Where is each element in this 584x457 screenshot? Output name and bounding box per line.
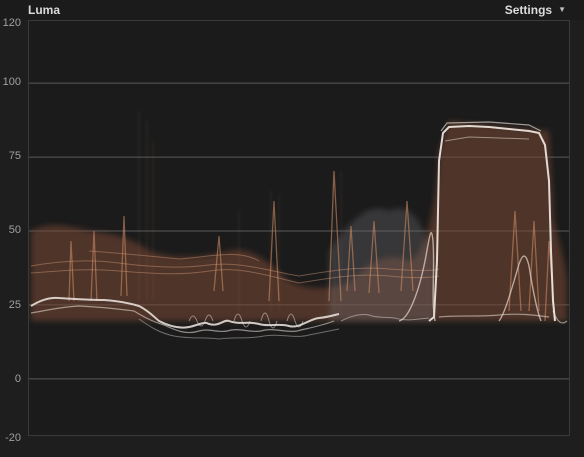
- tick-label-100: 100: [2, 76, 21, 88]
- tick-label-25: 25: [8, 299, 21, 311]
- tick-label-0: 0: [14, 373, 21, 385]
- tick-label-75: 75: [8, 150, 21, 162]
- scope-title: Luma: [28, 3, 61, 17]
- tick-label-minus-20: -20: [5, 432, 21, 444]
- tick-label-50: 50: [8, 224, 21, 236]
- waveform-svg: [29, 82, 569, 380]
- scope-header: Luma Settings ▼: [0, 0, 584, 20]
- settings-dropdown[interactable]: Settings ▼: [505, 3, 566, 17]
- waveform-traces: [30, 111, 568, 340]
- settings-label: Settings: [504, 3, 553, 17]
- trace-warm-haze: [31, 121, 567, 321]
- chevron-down-icon: ▼: [558, 5, 566, 14]
- tick-label-120: 120: [2, 17, 21, 29]
- trace-gray-haze: [329, 208, 434, 321]
- luma-scale: 120 100 75 50 25 0 -20: [0, 0, 28, 457]
- luma-waveform-scope: [28, 20, 570, 436]
